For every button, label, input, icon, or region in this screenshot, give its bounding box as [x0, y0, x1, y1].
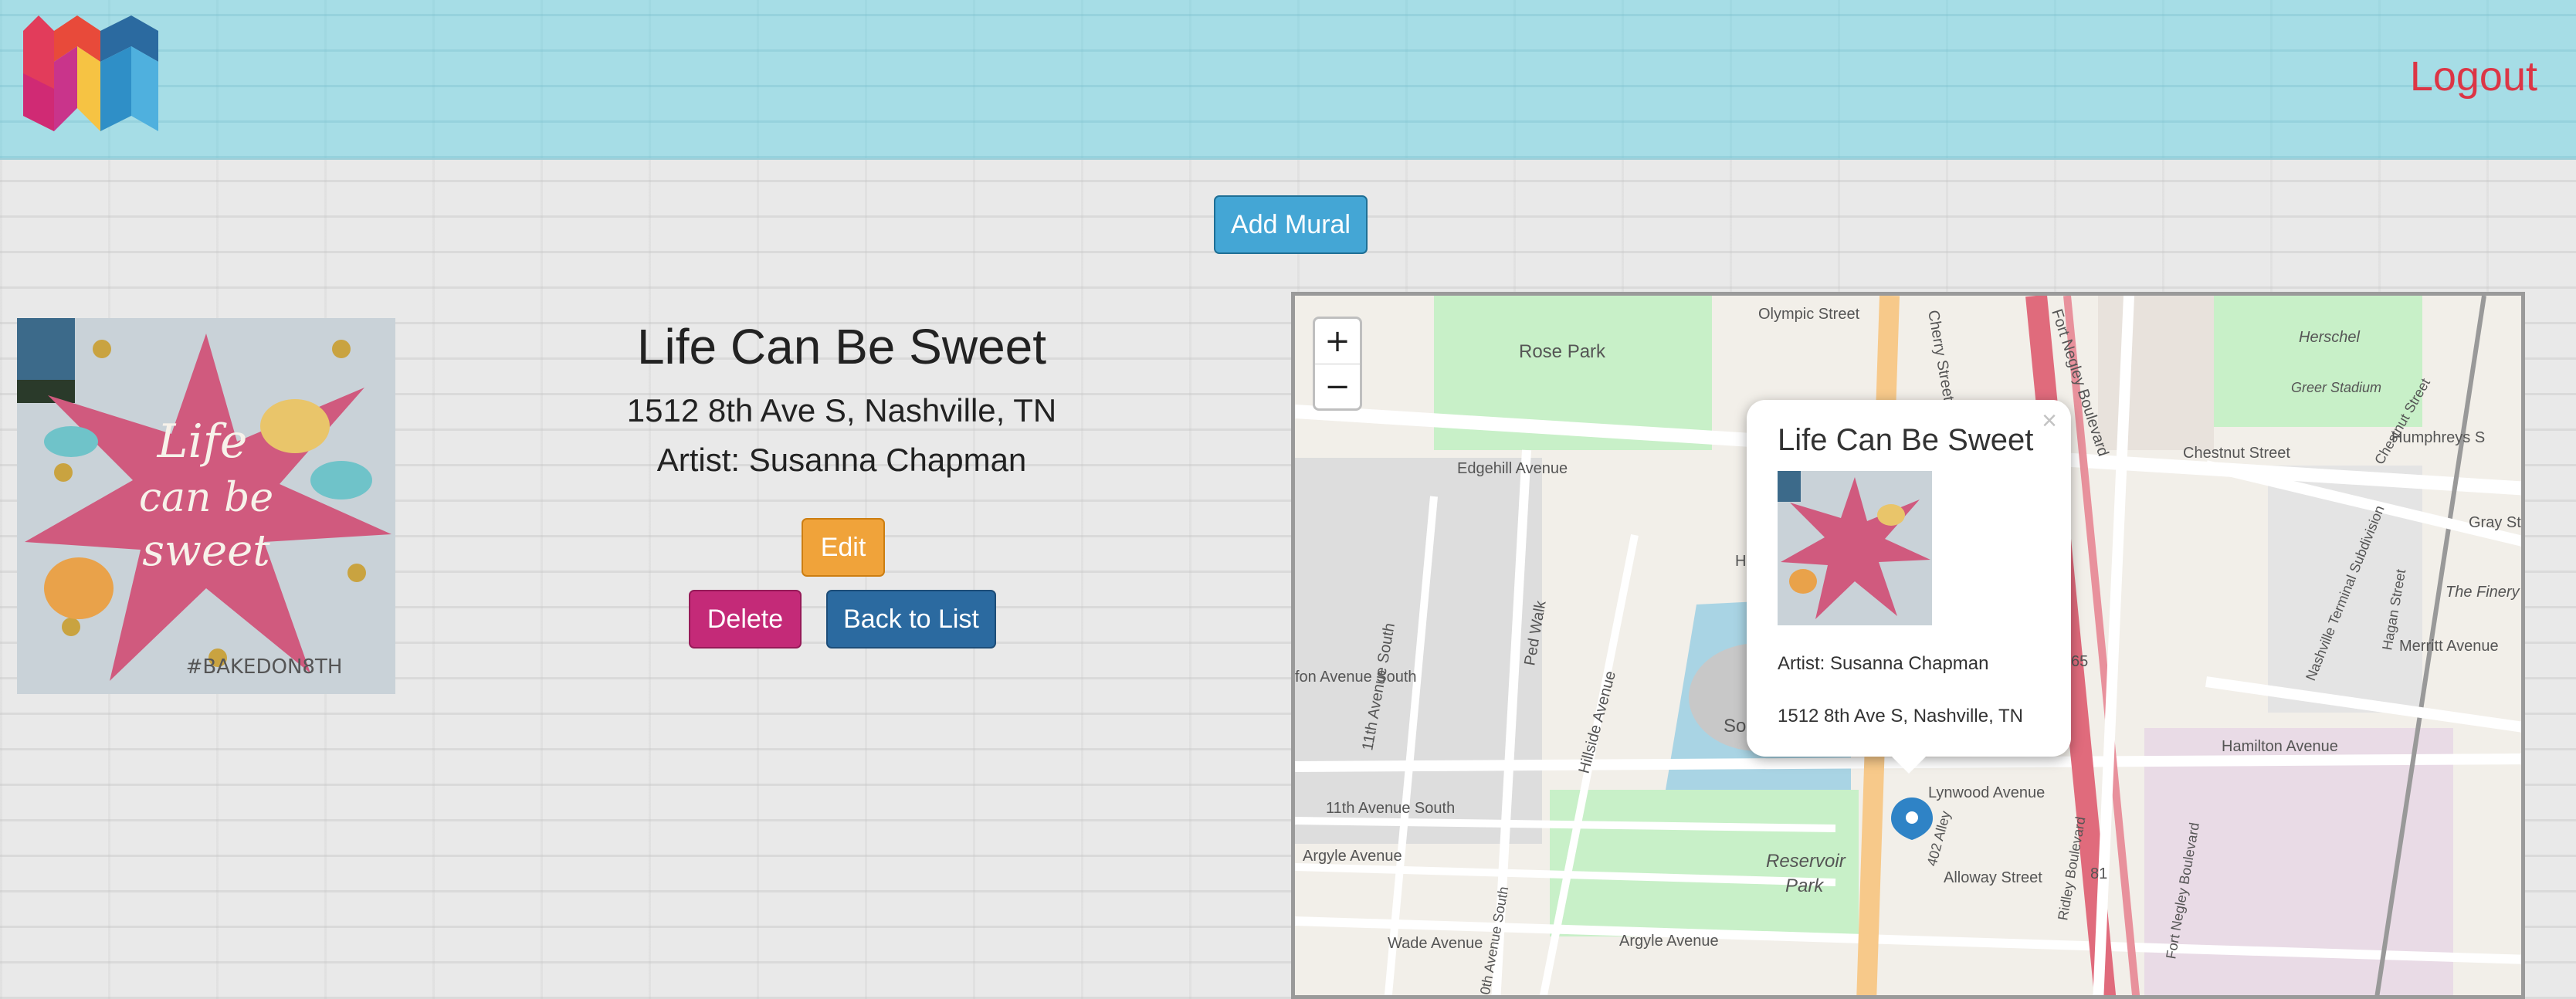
label-argyle-2: Argyle Avenue — [1619, 933, 1719, 950]
label-chestnut: Chestnut Street — [2183, 445, 2290, 462]
popup-title: Life Can Be Sweet — [1778, 423, 2034, 457]
label-humphreys: Humphreys S — [2391, 429, 2485, 446]
back-to-list-button[interactable]: Back to List — [826, 590, 996, 649]
zoom-out-button[interactable]: − — [1315, 364, 1360, 409]
popup-mural-image — [1778, 471, 1932, 625]
mural-image: Life can be sweet #BAKEDON8TH — [17, 318, 395, 694]
label-11th-s-2: 11th Avenue South — [1326, 800, 1455, 817]
label-herschel: Herschel — [2299, 329, 2360, 346]
mural-hashtag: #BAKEDON8TH — [186, 655, 343, 679]
popup-address: 1512 8th Ave S, Nashville, TN — [1778, 706, 2023, 726]
label-fon: fon Avenue South — [1295, 669, 1417, 686]
label-finery: The Finery — [2446, 584, 2520, 601]
label-hamilton: Hamilton Avenue — [2222, 738, 2338, 755]
popup-close-icon[interactable]: × — [2042, 406, 2057, 436]
stadium-area — [2206, 296, 2422, 427]
add-mural-button[interactable]: Add Mural — [1214, 195, 1368, 254]
mural-text-3: sweet — [142, 526, 270, 576]
mural-text-2: can be — [139, 475, 273, 521]
zoom-in-button[interactable]: + — [1315, 319, 1360, 364]
label-park: Park — [1785, 875, 1825, 896]
label-olympic: Olympic Street — [1758, 306, 1860, 323]
popup-artist: Artist: Susanna Chapman — [1778, 653, 1989, 674]
murals-logo[interactable] — [23, 15, 181, 131]
zoom-control: + − — [1313, 317, 1362, 411]
label-wade: Wade Avenue — [1388, 935, 1483, 952]
label-cherry: Cherry Street — [1924, 309, 1957, 402]
header: Logout — [0, 0, 2576, 160]
label-lynwood: Lynwood Avenue — [1928, 784, 2045, 801]
label-merritt: Merritt Avenue — [2399, 638, 2499, 655]
label-gray: Gray St — [2469, 514, 2521, 531]
location-marker-icon[interactable] — [1891, 798, 1933, 840]
block-area — [2098, 296, 2214, 450]
mural-title: Life Can Be Sweet — [636, 319, 1047, 374]
logout-link[interactable]: Logout — [2410, 52, 2537, 100]
label-edgehill: Edgehill Avenue — [1457, 460, 1568, 477]
label-route65: 65 — [2071, 653, 2088, 670]
mural-text-1: Life — [157, 415, 248, 469]
label-alloway: Alloway Street — [1944, 869, 2042, 886]
mural-artist: Artist: Susanna Chapman — [656, 442, 1027, 478]
edit-button[interactable]: Edit — [802, 518, 885, 577]
label-route81: 81 — [2090, 865, 2107, 882]
label-argyle: Argyle Avenue — [1303, 848, 1402, 865]
delete-button[interactable]: Delete — [689, 590, 802, 649]
label-rose-park: Rose Park — [1519, 341, 1606, 362]
mural-address: 1512 8th Ave S, Nashville, TN — [626, 392, 1057, 428]
label-greer: Greer Stadium — [2291, 380, 2381, 395]
label-reservoir: Reservoir — [1766, 851, 1846, 872]
map-popup: × Life Can Be Sweet Artist: Susanna Chap… — [1747, 400, 2071, 774]
